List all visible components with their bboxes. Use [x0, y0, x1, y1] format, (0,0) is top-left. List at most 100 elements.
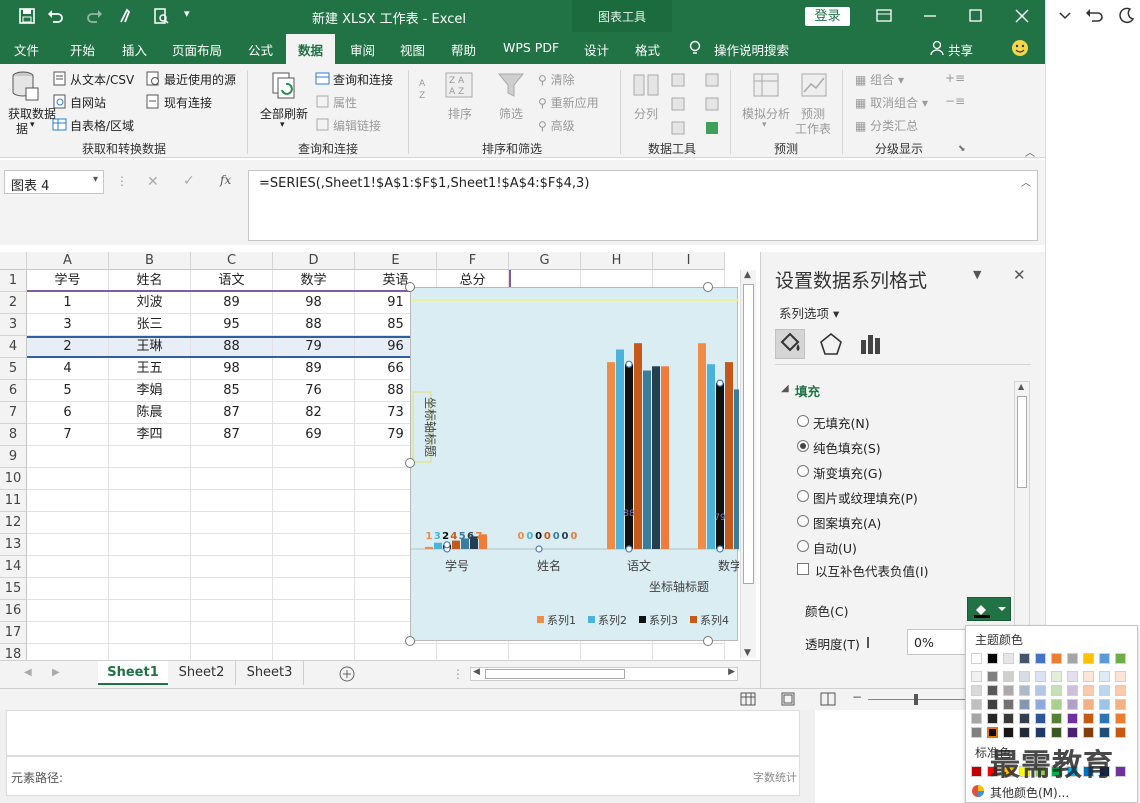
- dropdown-icon[interactable]: [1056, 6, 1074, 24]
- theme-color-swatch[interactable]: [1115, 653, 1126, 664]
- chart-bar[interactable]: [698, 343, 706, 549]
- from-csv-button[interactable]: 从文本/CSV: [70, 71, 134, 88]
- row-header-2[interactable]: 2: [0, 292, 27, 314]
- minimize-icon[interactable]: [920, 6, 940, 26]
- normal-view-icon[interactable]: [740, 692, 756, 706]
- row-header-17[interactable]: 17: [0, 622, 27, 644]
- grid-cell[interactable]: [191, 622, 273, 644]
- column-header-A[interactable]: A: [27, 252, 109, 270]
- grid-cell[interactable]: [273, 622, 355, 644]
- chart-bar[interactable]: [734, 389, 739, 549]
- column-header-E[interactable]: E: [355, 252, 437, 270]
- theme-color-shade-swatch[interactable]: [1003, 685, 1014, 696]
- grid-cell[interactable]: 79: [273, 336, 355, 358]
- grid-cell[interactable]: [109, 534, 191, 556]
- theme-color-shade-swatch[interactable]: [987, 685, 998, 696]
- column-header-F[interactable]: F: [437, 252, 509, 270]
- grid-cell[interactable]: 陈晨: [109, 402, 191, 424]
- grid-cell[interactable]: [27, 622, 109, 644]
- grid-cell[interactable]: 89: [273, 358, 355, 380]
- tab-formulas[interactable]: 公式: [248, 40, 273, 59]
- series-selection-handle[interactable]: [625, 545, 633, 553]
- relationships-icon[interactable]: [704, 96, 720, 112]
- scrollbar-thumb[interactable]: [1017, 396, 1027, 488]
- grid-cell[interactable]: [191, 446, 273, 468]
- text-to-columns-icon[interactable]: [632, 72, 660, 98]
- sheet-tab-1[interactable]: Sheet1: [98, 661, 168, 685]
- column-header-H[interactable]: H: [581, 252, 653, 270]
- transparency-slider[interactable]: [867, 637, 869, 648]
- fill-option-radio[interactable]: [797, 540, 809, 552]
- theme-color-shade-swatch[interactable]: [987, 727, 998, 738]
- theme-color-shade-swatch[interactable]: [1003, 713, 1014, 724]
- tab-wps-pdf[interactable]: WPS PDF: [503, 40, 559, 55]
- zoom-out-icon[interactable]: −: [852, 690, 862, 704]
- what-if-icon[interactable]: [752, 72, 780, 98]
- theme-color-shade-swatch[interactable]: [1035, 671, 1046, 682]
- tab-review[interactable]: 审阅: [350, 40, 375, 59]
- from-table-button[interactable]: 自表格/区域: [70, 117, 134, 134]
- scrollbar-thumb[interactable]: [743, 284, 754, 584]
- tell-me-search[interactable]: 操作说明搜索: [714, 40, 789, 59]
- column-header-C[interactable]: C: [191, 252, 273, 270]
- smiley-icon[interactable]: [1011, 39, 1029, 57]
- theme-color-shade-swatch[interactable]: [1115, 713, 1126, 724]
- chart-bar[interactable]: [725, 362, 733, 549]
- formula-input[interactable]: =SERIES(,Sheet1!$A$1:$F$1,Sheet1!$A$4:$F…: [248, 170, 1038, 241]
- undo-icon[interactable]: [1084, 6, 1106, 24]
- row-header-15[interactable]: 15: [0, 578, 27, 600]
- theme-color-shade-swatch[interactable]: [1051, 713, 1062, 724]
- tab-format[interactable]: 格式: [635, 40, 660, 59]
- remove-duplicates-icon[interactable]: [670, 96, 686, 112]
- sort-icon[interactable]: Z AA Z: [445, 72, 473, 98]
- chart-bar[interactable]: [625, 364, 633, 549]
- properties-button[interactable]: 属性: [333, 94, 357, 111]
- grid-cell[interactable]: 69: [273, 424, 355, 446]
- grid-cell[interactable]: [273, 490, 355, 512]
- theme-color-shade-swatch[interactable]: [1019, 671, 1030, 682]
- recent-sources-button[interactable]: 最近使用的源: [164, 71, 236, 88]
- fill-option-radio[interactable]: [797, 490, 809, 502]
- fill-option-radio[interactable]: [797, 415, 809, 427]
- grid-cell[interactable]: 89: [191, 292, 273, 314]
- row-header-13[interactable]: 13: [0, 534, 27, 556]
- format-painter-icon[interactable]: [118, 7, 136, 25]
- column-header-I[interactable]: I: [653, 252, 725, 270]
- theme-color-shade-swatch[interactable]: [1035, 713, 1046, 724]
- customize-qat-icon[interactable]: ▾: [184, 7, 202, 25]
- flash-fill-icon[interactable]: [670, 72, 686, 88]
- advanced-filter-button[interactable]: ⚲ 高级: [538, 117, 575, 134]
- theme-color-shade-swatch[interactable]: [1051, 685, 1062, 696]
- reapply-button[interactable]: ⚲ 重新应用: [538, 94, 599, 111]
- fill-line-icon[interactable]: [775, 329, 805, 359]
- grid-cell[interactable]: [27, 512, 109, 534]
- filter-icon[interactable]: [497, 72, 525, 98]
- grid-cell[interactable]: 姓名: [109, 270, 191, 292]
- theme-color-shade-swatch[interactable]: [1051, 727, 1062, 738]
- print-preview-icon[interactable]: [152, 7, 170, 25]
- grid-cell[interactable]: [27, 556, 109, 578]
- theme-color-shade-swatch[interactable]: [1035, 727, 1046, 738]
- theme-color-shade-swatch[interactable]: [1051, 699, 1062, 710]
- theme-color-shade-swatch[interactable]: [1019, 699, 1030, 710]
- row-header-14[interactable]: 14: [0, 556, 27, 578]
- theme-color-shade-swatch[interactable]: [1115, 699, 1126, 710]
- theme-color-shade-swatch[interactable]: [971, 699, 982, 710]
- enter-icon[interactable]: ✓: [183, 173, 195, 189]
- grid-cell[interactable]: 82: [273, 402, 355, 424]
- scrollbar-thumb[interactable]: [485, 669, 625, 679]
- chart-resize-handle[interactable]: [405, 458, 415, 468]
- theme-color-shade-swatch[interactable]: [1099, 713, 1110, 724]
- theme-color-swatch[interactable]: [1003, 653, 1014, 664]
- theme-color-swatch[interactable]: [1083, 653, 1094, 664]
- sort-button[interactable]: 排序: [448, 105, 472, 122]
- row-header-12[interactable]: 12: [0, 512, 27, 534]
- row-header-6[interactable]: 6: [0, 380, 27, 402]
- theme-color-shade-swatch[interactable]: [1019, 727, 1030, 738]
- series-selection-handle[interactable]: [443, 541, 451, 549]
- theme-color-shade-swatch[interactable]: [1003, 727, 1014, 738]
- tab-home[interactable]: 开始: [70, 40, 95, 59]
- theme-color-shade-swatch[interactable]: [1099, 685, 1110, 696]
- theme-color-shade-swatch[interactable]: [987, 671, 998, 682]
- grid-cell[interactable]: 1: [27, 292, 109, 314]
